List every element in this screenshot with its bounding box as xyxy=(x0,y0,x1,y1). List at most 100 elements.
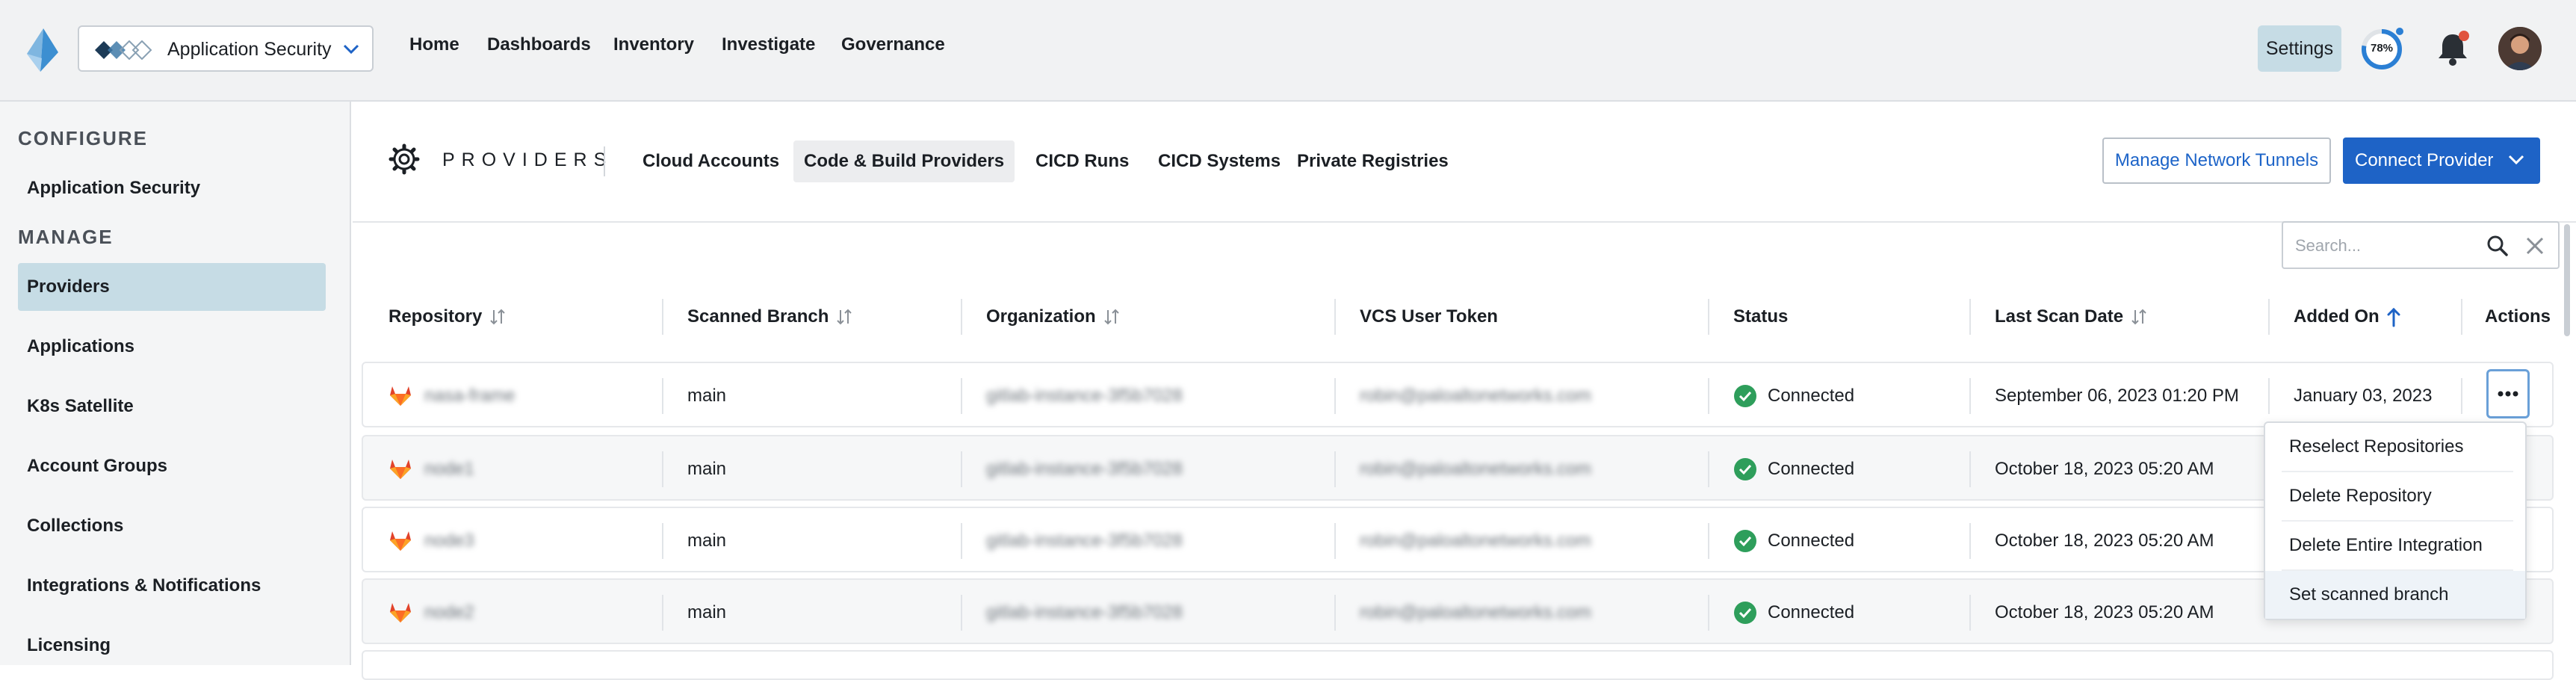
repository-name[interactable]: node2 xyxy=(424,580,474,646)
vcs-user-token: robin@paloaltonetworks.com xyxy=(1360,386,1591,406)
column-divider xyxy=(1708,523,1709,559)
repository-name[interactable]: node1 xyxy=(424,436,474,502)
column-divider xyxy=(1969,595,1971,631)
app-selector-label: Application Security xyxy=(167,39,332,60)
status-badge: Connected xyxy=(1733,508,1854,574)
sort-icon xyxy=(1103,309,1119,325)
sidebar-item-licensing[interactable]: Licensing xyxy=(18,622,326,670)
column-divider xyxy=(1334,595,1336,631)
nav-investigate[interactable]: Investigate xyxy=(722,34,815,55)
table-row[interactable]: node1 main gitlab-instance-3f5b7028 robi… xyxy=(362,435,2554,501)
column-header-added-on[interactable]: Added On xyxy=(2294,306,2402,327)
app-security-logo-icon xyxy=(95,40,152,60)
sidebar-item-providers[interactable]: Providers xyxy=(18,263,326,311)
row-actions-button[interactable] xyxy=(2486,369,2530,418)
prisma-logo-icon[interactable] xyxy=(22,27,63,73)
search-icon[interactable] xyxy=(2486,235,2509,257)
sidebar-item-k8s-satellite[interactable]: K8s Satellite xyxy=(18,383,326,430)
column-header-scanned-branch[interactable]: Scanned Branch xyxy=(687,306,854,327)
status-label: Connected xyxy=(1768,459,1855,479)
column-divider xyxy=(961,451,962,487)
tab-private-registries[interactable]: Private Registries xyxy=(1287,140,1459,182)
column-divider xyxy=(1334,451,1336,487)
sidebar-item-applications[interactable]: Applications xyxy=(18,323,326,371)
nav-inventory[interactable]: Inventory xyxy=(613,34,694,55)
search-input[interactable] xyxy=(2294,233,2476,259)
menu-item-delete-repository[interactable]: Delete Repository xyxy=(2265,472,2525,520)
sidebar-item-collections[interactable]: Collections xyxy=(18,502,326,550)
column-divider xyxy=(1969,523,1971,559)
last-scan-date: October 18, 2023 05:20 AM xyxy=(1995,459,2214,479)
column-divider xyxy=(1969,299,1971,335)
nav-home[interactable]: Home xyxy=(409,34,459,55)
check-circle-icon xyxy=(1734,458,1756,480)
check-circle-icon xyxy=(1734,530,1756,552)
column-divider xyxy=(1708,299,1709,335)
chevron-down-icon xyxy=(343,44,359,55)
repository-name[interactable]: node3 xyxy=(424,508,474,574)
sort-icon xyxy=(2131,309,2146,325)
column-header-label: Repository xyxy=(388,306,483,327)
organization: gitlab-instance-3f5b7028 xyxy=(986,531,1183,551)
column-divider xyxy=(662,523,663,559)
progress-ring[interactable]: 78% xyxy=(2358,25,2406,73)
gitlab-icon xyxy=(390,460,411,479)
column-divider xyxy=(662,595,663,631)
table-row[interactable]: node3 main gitlab-instance-3f5b7028 robi… xyxy=(362,507,2554,572)
scrollbar[interactable] xyxy=(2564,224,2570,336)
connect-provider-button[interactable]: Connect Provider xyxy=(2343,137,2540,184)
column-divider xyxy=(662,378,663,414)
gitlab-icon xyxy=(390,603,411,622)
header-divider xyxy=(604,146,605,176)
table-row[interactable]: node2 main gitlab-instance-3f5b7028 robi… xyxy=(362,578,2554,644)
status-label: Connected xyxy=(1768,531,1855,551)
check-circle-icon xyxy=(1734,602,1756,624)
row-actions-menu: Reselect Repositories Delete Repository … xyxy=(2264,421,2527,620)
bell-icon[interactable] xyxy=(2434,28,2471,67)
status-badge: Connected xyxy=(1733,363,1854,429)
column-header-last-scan-date[interactable]: Last Scan Date xyxy=(1995,306,2149,327)
close-icon[interactable] xyxy=(2524,235,2546,257)
column-header-organization[interactable]: Organization xyxy=(986,306,1121,327)
avatar-icon xyxy=(2498,27,2542,70)
repository-name[interactable]: nasa-frame xyxy=(424,363,515,429)
nav-dashboards[interactable]: Dashboards xyxy=(487,34,591,55)
column-divider xyxy=(2268,299,2270,335)
sidebar-item-integrations[interactable]: Integrations & Notifications xyxy=(18,562,326,610)
scanned-branch: main xyxy=(687,459,727,479)
connect-provider-label: Connect Provider xyxy=(2355,150,2494,170)
nav-governance[interactable]: Governance xyxy=(841,34,945,55)
vcs-user-token: robin@paloaltonetworks.com xyxy=(1360,602,1591,622)
column-divider xyxy=(961,378,962,414)
column-divider xyxy=(1708,595,1709,631)
column-header-repository[interactable]: Repository xyxy=(388,306,507,327)
menu-item-set-scanned-branch[interactable]: Set scanned branch xyxy=(2265,571,2525,619)
column-divider xyxy=(1334,378,1336,414)
manage-network-tunnels-button[interactable]: Manage Network Tunnels xyxy=(2102,137,2331,184)
table-row[interactable] xyxy=(362,650,2554,680)
tab-cicd-systems[interactable]: CICD Systems xyxy=(1148,140,1291,182)
vcs-user-token: robin@paloaltonetworks.com xyxy=(1360,459,1591,479)
tab-cicd-runs[interactable]: CICD Runs xyxy=(1025,140,1139,182)
organization: gitlab-instance-3f5b7028 xyxy=(986,386,1183,406)
check-circle-icon xyxy=(1734,385,1756,407)
sidebar-item-account-groups[interactable]: Account Groups xyxy=(18,442,326,490)
column-header-actions: Actions xyxy=(2485,306,2551,327)
status-badge: Connected xyxy=(1733,580,1854,646)
table-row[interactable]: nasa-frame main gitlab-instance-3f5b7028… xyxy=(362,362,2554,427)
user-avatar[interactable] xyxy=(2498,27,2542,70)
column-divider xyxy=(2461,378,2462,414)
last-scan-date: October 18, 2023 05:20 AM xyxy=(1995,602,2214,622)
last-scan-date: October 18, 2023 05:20 AM xyxy=(1995,531,2214,551)
settings-button[interactable]: Settings xyxy=(2258,25,2341,72)
menu-item-delete-entire-integration[interactable]: Delete Entire Integration xyxy=(2265,522,2525,569)
tab-cloud-accounts[interactable]: Cloud Accounts xyxy=(632,140,790,182)
menu-item-reselect-repositories[interactable]: Reselect Repositories xyxy=(2265,423,2525,471)
app-selector[interactable]: Application Security xyxy=(78,25,374,72)
tab-code-build-providers[interactable]: Code & Build Providers xyxy=(793,140,1015,182)
sidebar-item-application-security[interactable]: Application Security xyxy=(18,164,326,212)
search-box xyxy=(2282,221,2560,269)
status-label: Connected xyxy=(1768,386,1855,406)
sidebar-heading-configure: CONFIGURE xyxy=(18,127,148,149)
more-horizontal-icon xyxy=(2498,391,2518,397)
